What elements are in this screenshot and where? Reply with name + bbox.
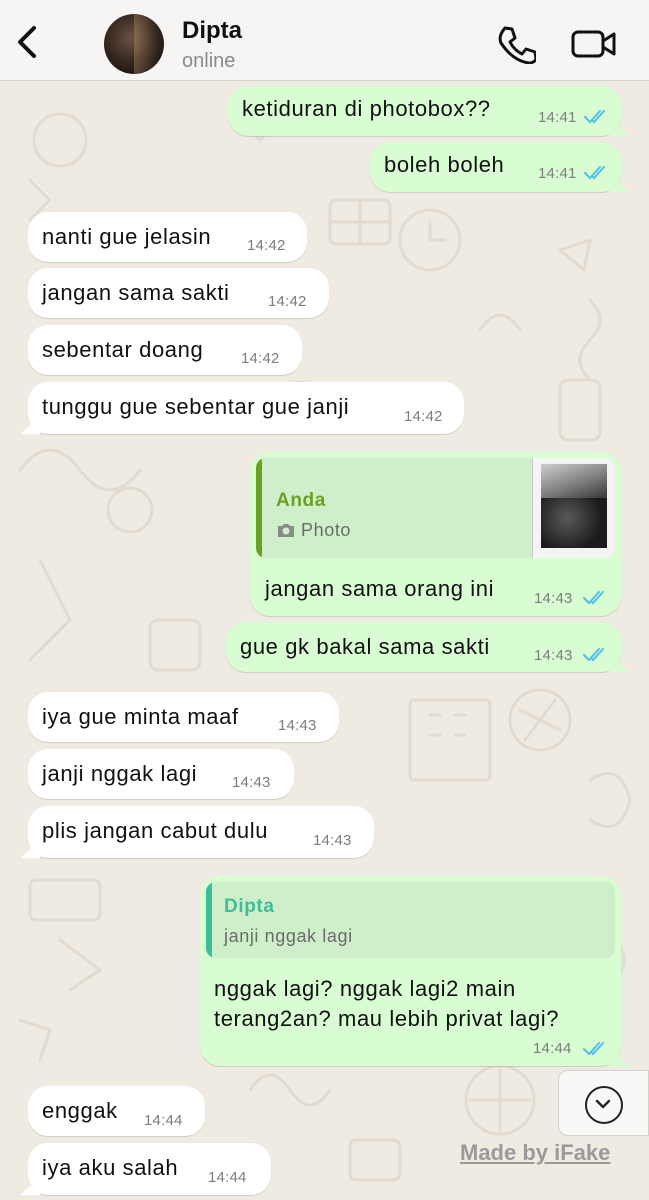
message-outgoing[interactable]: boleh boleh 14:41 [370, 142, 621, 192]
video-camera-icon[interactable] [570, 24, 618, 64]
message-time: 14:42 [247, 237, 286, 254]
quote-text: janji nggak lagi [224, 926, 353, 946]
message-incoming[interactable]: enggak 14:44 [28, 1086, 205, 1136]
message-text: gue gk bakal sama sakti [240, 634, 490, 659]
read-receipt-icon [584, 110, 605, 124]
message-time: 14:44 [208, 1169, 247, 1186]
message-incoming[interactable]: nanti gue jelasin 14:42 [28, 212, 307, 262]
message-time: 14:43 [534, 647, 573, 664]
message-time: 14:42 [241, 350, 280, 367]
message-incoming[interactable]: sebentar doang 14:42 [28, 325, 302, 375]
message-outgoing-reply[interactable]: Dipta janji nggak lagi nggak lagi? nggak… [200, 876, 621, 1066]
chevron-down-icon [595, 1099, 611, 1109]
message-text: janji nggak lagi [42, 761, 198, 786]
message-text: nanti gue jelasin [42, 224, 212, 249]
message-outgoing-reply[interactable]: Anda Photo jangan sama orang ini 14:43 [250, 452, 621, 616]
message-incoming[interactable]: iya gue minta maaf 14:43 [28, 692, 339, 742]
photo-content [541, 498, 607, 548]
message-time: 14:44 [533, 1040, 572, 1057]
message-time: 14:42 [268, 293, 307, 310]
avatar[interactable] [104, 14, 164, 74]
message-time: 14:43 [534, 590, 573, 607]
read-receipt-icon [584, 166, 605, 180]
message-text: boleh boleh [384, 152, 505, 177]
read-receipt-icon [583, 1042, 604, 1056]
message-incoming[interactable]: janji nggak lagi 14:43 [28, 749, 294, 799]
message-time: 14:41 [538, 165, 577, 182]
message-time: 14:43 [313, 832, 352, 849]
message-time: 14:43 [278, 717, 317, 734]
message-time: 14:43 [232, 774, 271, 791]
photo-thumbnail[interactable] [532, 458, 615, 558]
chat-header: Dipta online [0, 0, 649, 81]
message-text: iya aku salah [42, 1155, 179, 1180]
contact-name[interactable]: Dipta [182, 17, 242, 45]
quote-bar [206, 882, 212, 958]
message-incoming[interactable]: jangan sama sakti 14:42 [28, 268, 329, 318]
message-text: plis jangan cabut dulu [42, 818, 269, 843]
quoted-message[interactable]: Anda Photo [256, 458, 615, 558]
back-chevron-icon[interactable] [10, 22, 46, 62]
message-incoming[interactable]: plis jangan cabut dulu 14:43 [28, 806, 374, 858]
contact-status: online [182, 50, 236, 72]
scroll-to-bottom-button[interactable] [558, 1070, 649, 1136]
quote-author: Dipta [224, 896, 275, 917]
quoted-message[interactable]: Dipta janji nggak lagi [206, 882, 615, 958]
message-incoming[interactable]: iya aku salah 14:44 [28, 1143, 271, 1195]
quote-author: Anda [276, 490, 326, 511]
quote-bar [256, 458, 262, 558]
message-text: tunggu gue sebentar gue janji [42, 394, 350, 419]
message-text: ketiduran di photobox?? [242, 96, 491, 121]
read-receipt-icon [583, 648, 604, 662]
quote-text: Photo [301, 520, 352, 540]
message-text: iya gue minta maaf [42, 704, 239, 729]
message-time: 14:44 [144, 1112, 183, 1129]
message-text-line: nggak lagi? nggak lagi2 main [214, 976, 516, 1001]
message-text: enggak [42, 1098, 118, 1123]
message-time: 14:41 [538, 109, 577, 126]
message-text: jangan sama orang ini [265, 576, 495, 601]
watermark: Made by iFake [460, 1140, 611, 1165]
phone-icon[interactable] [496, 24, 536, 64]
camera-icon [278, 524, 294, 537]
message-incoming[interactable]: tunggu gue sebentar gue janji 14:42 [28, 382, 464, 434]
read-receipt-icon [583, 591, 604, 605]
message-time: 14:42 [404, 408, 443, 425]
message-outgoing[interactable]: ketiduran di photobox?? 14:41 [228, 86, 621, 136]
message-text-line: terang2an? mau lebih privat lagi? [214, 1006, 560, 1031]
message-outgoing[interactable]: gue gk bakal sama sakti 14:43 [226, 622, 621, 672]
message-text: sebentar doang [42, 337, 204, 362]
message-text: jangan sama sakti [42, 280, 230, 305]
